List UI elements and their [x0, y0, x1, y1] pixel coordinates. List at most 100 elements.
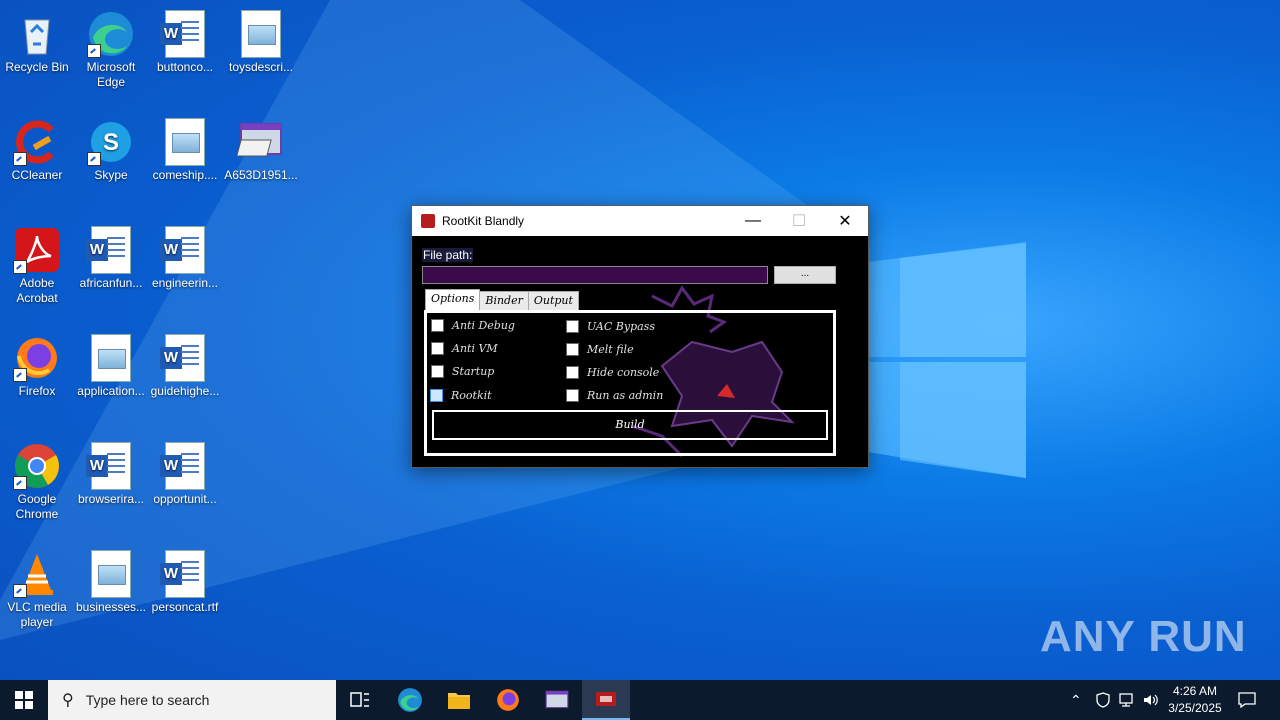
desktop-icon-opportunit[interactable]: W opportunit...: [148, 438, 222, 507]
desktop-icon-guidehighe[interactable]: W guidehighe...: [148, 330, 222, 399]
file-path-label: File path:: [422, 248, 474, 262]
word-doc-icon: W: [160, 550, 209, 598]
shortcut-arrow-icon: [87, 152, 101, 166]
window-title: RootKit Blandly: [442, 214, 525, 228]
desktop-icon-engineerin[interactable]: W engineerin...: [148, 222, 222, 291]
checkbox-box[interactable]: [430, 389, 443, 402]
acrobat-icon: [13, 226, 61, 274]
anyrun-watermark: ANY RUN: [1040, 612, 1247, 661]
uac-bypass-checkbox[interactable]: UAC Bypass: [566, 320, 655, 333]
desktop-icon-microsoft-edge[interactable]: Microsoft Edge: [74, 6, 148, 90]
word-doc-icon: W: [160, 334, 209, 382]
tray-volume-icon[interactable]: [1142, 680, 1160, 720]
run-as-admin-checkbox[interactable]: Run as admin: [566, 389, 663, 402]
tab-output[interactable]: Output: [527, 291, 579, 311]
vlc-icon: [13, 550, 61, 598]
tray-network-icon[interactable]: [1118, 680, 1136, 720]
taskbar-file-explorer[interactable]: [435, 680, 483, 720]
desktop-icon-buttonco[interactable]: W buttonco...: [148, 6, 222, 75]
browse-button[interactable]: ...: [774, 266, 836, 284]
rootkit-checkbox[interactable]: Rootkit: [430, 389, 492, 402]
file-explorer-icon: [448, 693, 470, 709]
anti-debug-checkbox[interactable]: Anti Debug: [431, 319, 515, 332]
checkbox-box[interactable]: [566, 343, 579, 356]
recycle-bin-icon: [13, 10, 61, 58]
desktop-icon-a653d1951[interactable]: A653D1951...: [224, 114, 298, 183]
firefox-icon: [13, 334, 61, 382]
file-path-input[interactable]: [422, 266, 768, 284]
volume-icon: [1144, 694, 1158, 706]
startup-checkbox[interactable]: Startup: [431, 365, 494, 378]
show-hidden-icons-button[interactable]: ⌃: [1070, 680, 1082, 720]
options-tabs: Options Binder Output: [425, 289, 579, 311]
checkbox-box[interactable]: [566, 366, 579, 379]
taskbar: ⚲ Type here to search ⌃ 4:26 AM 3/25/202…: [0, 680, 1280, 720]
shortcut-arrow-icon: [13, 152, 27, 166]
skype-icon: S: [87, 118, 135, 166]
maximize-button[interactable]: ☐: [776, 206, 822, 236]
windows-logo-icon: [15, 691, 33, 709]
shortcut-arrow-icon: [13, 584, 27, 598]
window-titlebar[interactable]: RootKit Blandly — ☐ ✕: [412, 206, 868, 236]
desktop-icon-adobe-acrobat[interactable]: Adobe Acrobat: [0, 222, 74, 306]
desktop-icon-personcat[interactable]: W personcat.rtf: [148, 546, 222, 615]
melt-file-checkbox[interactable]: Melt file: [566, 343, 634, 356]
installer-icon: [236, 118, 285, 166]
checkbox-box[interactable]: [566, 389, 579, 402]
close-button[interactable]: ✕: [822, 206, 868, 236]
minimize-button[interactable]: —: [730, 206, 776, 236]
tab-binder[interactable]: Binder: [479, 291, 529, 311]
desktop-icon-browserira[interactable]: W browserira...: [74, 438, 148, 507]
desktop-icon-toysdescri[interactable]: toysdescri...: [224, 6, 298, 75]
rootkit-window[interactable]: RootKit Blandly — ☐ ✕ File path: ... Opt…: [411, 205, 869, 468]
desktop-icon-recycle-bin[interactable]: Recycle Bin: [0, 6, 74, 75]
task-view-button[interactable]: [336, 680, 384, 720]
desktop-icon-skype[interactable]: S Skype: [74, 114, 148, 183]
image-doc-icon: [161, 118, 209, 166]
desktop-icon-vlc[interactable]: VLC media player: [0, 546, 74, 630]
taskbar-clock[interactable]: 4:26 AM 3/25/2025: [1160, 683, 1230, 717]
window-content: File path: ... Options Binder Output Ant…: [412, 236, 868, 466]
taskbar-installer[interactable]: [533, 680, 581, 720]
anti-vm-checkbox[interactable]: Anti VM: [431, 342, 498, 355]
build-button[interactable]: Build: [432, 410, 828, 440]
action-center-button[interactable]: [1238, 680, 1256, 720]
image-doc-icon: [87, 334, 135, 382]
checkbox-box[interactable]: [431, 365, 444, 378]
desktop-icon-comeship[interactable]: comeship....: [148, 114, 222, 183]
checkbox-box[interactable]: [431, 342, 444, 355]
taskbar-edge[interactable]: [386, 680, 434, 720]
search-icon: ⚲: [62, 692, 74, 709]
image-doc-icon: [87, 550, 135, 598]
checkbox-box[interactable]: [566, 320, 579, 333]
shortcut-arrow-icon: [13, 260, 27, 274]
installer-icon: [545, 690, 569, 709]
app-icon: [421, 214, 435, 228]
desktop-icon-google-chrome[interactable]: Google Chrome: [0, 438, 74, 522]
desktop-icon-africanfun[interactable]: W africanfun...: [74, 222, 148, 291]
svg-text:S: S: [103, 129, 119, 156]
hide-console-checkbox[interactable]: Hide console: [566, 366, 659, 379]
desktop-icon-firefox[interactable]: Firefox: [0, 330, 74, 399]
notification-icon: [1238, 692, 1256, 708]
tray-security-icon[interactable]: [1096, 680, 1110, 720]
edge-icon: [87, 10, 135, 58]
taskbar-firefox[interactable]: [484, 680, 532, 720]
desktop-icon-application[interactable]: application...: [74, 330, 148, 399]
checkbox-box[interactable]: [431, 319, 444, 332]
desktop-icon-ccleaner[interactable]: CCleaner: [0, 114, 74, 183]
word-doc-icon: W: [160, 10, 209, 58]
taskbar-search-box[interactable]: ⚲ Type here to search: [48, 680, 336, 720]
tab-options[interactable]: Options: [425, 289, 481, 311]
word-doc-icon: W: [160, 226, 209, 274]
edge-icon: [398, 688, 422, 712]
desktop-icon-businesses[interactable]: businesses...: [74, 546, 148, 615]
shortcut-arrow-icon: [13, 476, 27, 490]
clock-date: 3/25/2025: [1168, 701, 1222, 715]
network-icon: [1119, 693, 1133, 707]
maximize-icon: ☐: [791, 213, 807, 230]
rootkit-app-icon: [596, 692, 616, 706]
word-doc-icon: W: [160, 442, 209, 490]
start-button[interactable]: [0, 680, 48, 720]
taskbar-rootkit-app[interactable]: [582, 680, 630, 720]
